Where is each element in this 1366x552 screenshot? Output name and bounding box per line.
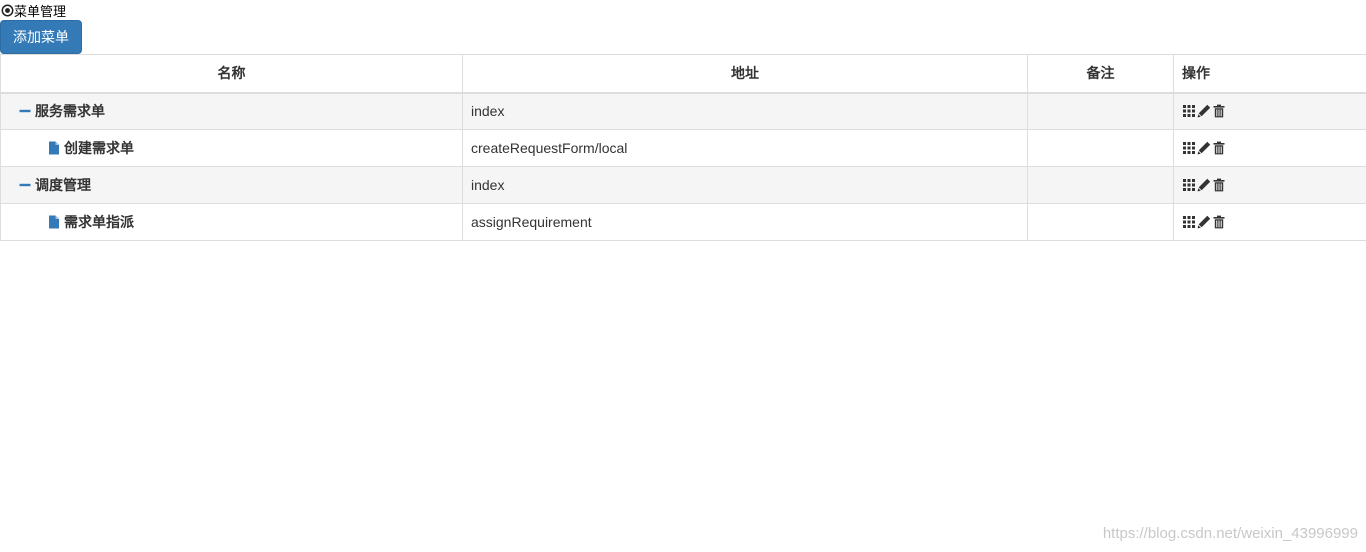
- column-header-note: 备注: [1027, 54, 1174, 94]
- column-header-actions: 操作: [1173, 54, 1366, 94]
- table-row[interactable]: 需求单指派 assignRequirement: [0, 203, 1366, 241]
- file-icon: [47, 141, 61, 155]
- pencil-icon[interactable]: [1197, 141, 1211, 155]
- table-row[interactable]: 调度管理 index: [0, 166, 1366, 204]
- column-header-name: 名称: [0, 54, 463, 94]
- grid-icon[interactable]: [1182, 215, 1196, 229]
- add-menu-button[interactable]: 添加菜单: [0, 20, 82, 54]
- trash-icon[interactable]: [1212, 141, 1226, 155]
- minus-icon[interactable]: [18, 178, 32, 192]
- name-cell: 调度管理: [0, 166, 463, 204]
- grid-icon[interactable]: [1182, 141, 1196, 155]
- menu-name: 服务需求单: [35, 103, 105, 120]
- column-header-url: 地址: [462, 54, 1028, 94]
- watermark: https://blog.csdn.net/weixin_43996999: [1102, 525, 1358, 542]
- menu-name: 需求单指派: [64, 214, 134, 230]
- menu-table: 名称 地址 备注 操作 服务需求单 index 创建需求单 createRequ…: [0, 54, 1366, 241]
- table-row[interactable]: 创建需求单 createRequestForm/local: [0, 129, 1366, 167]
- pencil-icon[interactable]: [1197, 178, 1211, 192]
- page-title-text: 菜单管理: [14, 3, 67, 19]
- actions-cell: [1173, 129, 1366, 167]
- note-cell: [1027, 203, 1174, 241]
- file-icon: [47, 215, 61, 229]
- note-cell: [1027, 129, 1174, 167]
- trash-icon[interactable]: [1212, 104, 1226, 118]
- pencil-icon[interactable]: [1197, 215, 1211, 229]
- url-cell: assignRequirement: [462, 203, 1028, 241]
- name-cell: 服务需求单: [0, 92, 463, 130]
- actions-cell: [1173, 203, 1366, 241]
- menu-name: 创建需求单: [64, 140, 134, 156]
- table-row[interactable]: 服务需求单 index: [0, 92, 1366, 130]
- grid-icon[interactable]: [1182, 178, 1196, 192]
- menu-name: 调度管理: [35, 177, 91, 193]
- trash-icon[interactable]: [1212, 215, 1226, 229]
- grid-icon[interactable]: [1182, 104, 1196, 118]
- table-header-row: 名称 地址 备注 操作: [0, 54, 1366, 94]
- record-circle-icon: [0, 3, 14, 17]
- name-cell: 需求单指派: [0, 203, 463, 241]
- url-cell: createRequestForm/local: [462, 129, 1028, 167]
- minus-icon[interactable]: [18, 104, 32, 118]
- note-cell: [1027, 92, 1174, 130]
- name-cell: 创建需求单: [0, 129, 463, 167]
- url-cell: index: [462, 92, 1028, 130]
- trash-icon[interactable]: [1212, 178, 1226, 192]
- menu-management-page: 菜单管理 添加菜单 名称 地址 备注 操作 服务需求单 index 创建需求单 …: [0, 0, 1366, 552]
- url-cell: index: [462, 166, 1028, 204]
- note-cell: [1027, 166, 1174, 204]
- page-title: 菜单管理: [0, 1, 66, 19]
- actions-cell: [1173, 166, 1366, 204]
- actions-cell: [1173, 92, 1366, 130]
- pencil-icon[interactable]: [1197, 104, 1211, 118]
